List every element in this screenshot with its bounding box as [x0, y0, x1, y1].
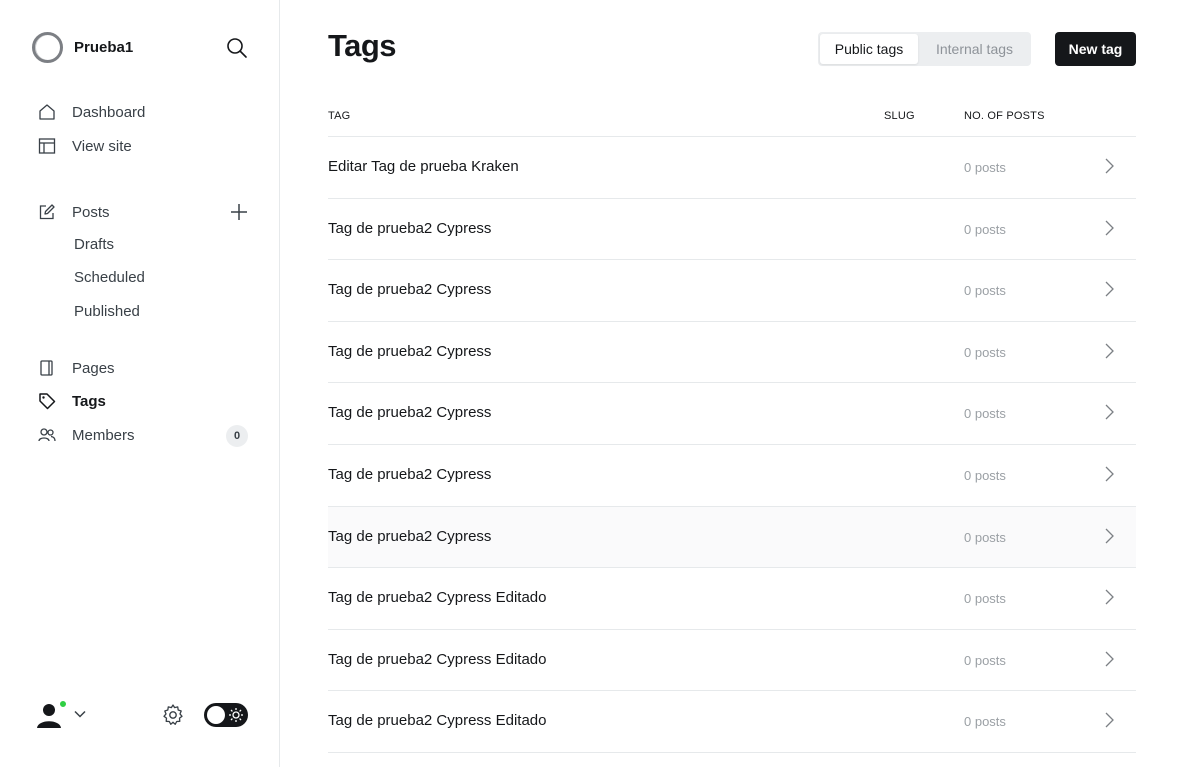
chevron-down-icon[interactable] — [73, 707, 87, 721]
tab-public-tags[interactable]: Public tags — [820, 34, 918, 64]
chevron-right-icon — [1105, 281, 1114, 297]
nav-dashboard[interactable]: Dashboard — [38, 100, 145, 124]
tag-name: Tag de prueba2 Cypress — [328, 219, 492, 237]
tag-name: Tag de prueba2 Cypress — [328, 404, 492, 422]
table-row[interactable]: Tag de prueba2 Cypress 0 posts — [328, 383, 1136, 445]
sidebar: Prueba1 Dashboard View site Posts Drafts… — [0, 0, 280, 767]
table-row[interactable]: Tag de prueba2 Cypress 0 posts — [328, 260, 1136, 322]
post-count: 0 posts — [964, 714, 1006, 730]
tag-icon — [38, 392, 56, 410]
chevron-right-icon — [1105, 589, 1114, 605]
tag-name: Tag de prueba2 Cypress Editado — [328, 650, 547, 668]
nav-published[interactable]: Published — [74, 301, 140, 323]
column-header-slug: SLUG — [884, 110, 915, 122]
nav-tags-label: Tags — [72, 392, 106, 410]
tag-name: Tag de prueba2 Cypress — [328, 465, 492, 483]
nav-tags[interactable]: Tags — [38, 389, 106, 413]
members-count-badge: 0 — [226, 425, 248, 447]
gear-icon[interactable] — [161, 703, 185, 727]
chevron-right-icon — [1105, 712, 1114, 728]
table-row[interactable]: Tag de prueba2 Cypress 0 posts — [328, 199, 1136, 261]
chevron-right-icon — [1105, 404, 1114, 420]
search-icon[interactable] — [226, 37, 248, 59]
column-header-posts: NO. OF POSTS — [964, 110, 1045, 122]
post-count: 0 posts — [964, 467, 1006, 483]
post-count: 0 posts — [964, 344, 1006, 360]
table-row[interactable]: Tag de prueba2 Cypress 0 posts — [328, 322, 1136, 384]
toggle-knob — [207, 706, 225, 724]
table-row[interactable]: Tag de prueba2 Cypress Editado 0 posts — [328, 630, 1136, 692]
chevron-right-icon — [1105, 220, 1114, 236]
nav-members[interactable]: Members — [38, 423, 135, 447]
page-title: Tags — [328, 28, 397, 63]
table-row[interactable]: Tag de prueba2 Cypress 0 posts — [328, 445, 1136, 507]
chevron-right-icon — [1105, 343, 1114, 359]
column-header-tag: TAG — [328, 110, 351, 122]
post-count: 0 posts — [964, 160, 1006, 175]
members-icon — [38, 426, 56, 444]
layout-icon — [38, 137, 56, 155]
tag-name: Editar Tag de prueba Kraken — [328, 158, 519, 175]
tab-internal-tags[interactable]: Internal tags — [920, 34, 1029, 64]
tags-table: Editar Tag de prueba Kraken 0 posts Tag d… — [328, 137, 1136, 753]
tag-name: Tag de prueba2 Cypress — [328, 527, 492, 545]
post-count: 0 posts — [964, 652, 1006, 668]
table-row[interactable]: Editar Tag de prueba Kraken 0 posts — [328, 137, 1136, 199]
nav-pages-label: Pages — [72, 359, 115, 377]
online-status-dot — [58, 699, 68, 709]
page-icon — [38, 359, 56, 377]
avatar[interactable] — [32, 698, 68, 732]
nav-drafts[interactable]: Drafts — [74, 234, 114, 256]
theme-toggle[interactable] — [204, 703, 248, 727]
post-count: 0 posts — [964, 591, 1006, 607]
post-count: 0 posts — [964, 221, 1006, 237]
chevron-right-icon — [1105, 466, 1114, 482]
home-icon — [38, 103, 56, 121]
tag-name: Tag de prueba2 Cypress — [328, 281, 492, 299]
site-logo-icon — [32, 32, 63, 63]
tag-name: Tag de prueba2 Cypress Editado — [328, 589, 547, 607]
nav-view-site-label: View site — [72, 137, 132, 155]
nav-posts-label: Posts — [72, 203, 110, 221]
nav-members-label: Members — [72, 426, 135, 444]
post-count: 0 posts — [964, 529, 1006, 545]
chevron-right-icon — [1105, 158, 1114, 174]
nav-posts[interactable]: Posts — [38, 200, 110, 224]
chevron-right-icon — [1105, 651, 1114, 667]
table-row[interactable]: Tag de prueba2 Cypress 0 posts — [328, 506, 1136, 569]
table-row[interactable]: Tag de prueba2 Cypress Editado 0 posts — [328, 568, 1136, 630]
site-brand[interactable]: Prueba1 — [32, 32, 133, 63]
edit-icon — [38, 203, 56, 221]
sun-icon — [228, 707, 244, 723]
tag-name: Tag de prueba2 Cypress Editado — [328, 712, 547, 730]
new-tag-button[interactable]: New tag — [1055, 32, 1136, 66]
nav-pages[interactable]: Pages — [38, 356, 115, 380]
chevron-right-icon — [1105, 528, 1114, 544]
site-name: Prueba1 — [74, 39, 134, 56]
nav-view-site[interactable]: View site — [38, 134, 132, 158]
post-count: 0 posts — [964, 283, 1006, 299]
tag-name: Tag de prueba2 Cypress — [328, 342, 492, 360]
post-count: 0 posts — [964, 406, 1006, 422]
nav-scheduled[interactable]: Scheduled — [74, 267, 145, 289]
table-row[interactable]: Tag de prueba2 Cypress Editado 0 posts — [328, 691, 1136, 753]
add-post-icon[interactable] — [229, 202, 249, 222]
nav-dashboard-label: Dashboard — [72, 103, 146, 121]
tag-type-switch: Public tags Internal tags — [818, 32, 1031, 66]
